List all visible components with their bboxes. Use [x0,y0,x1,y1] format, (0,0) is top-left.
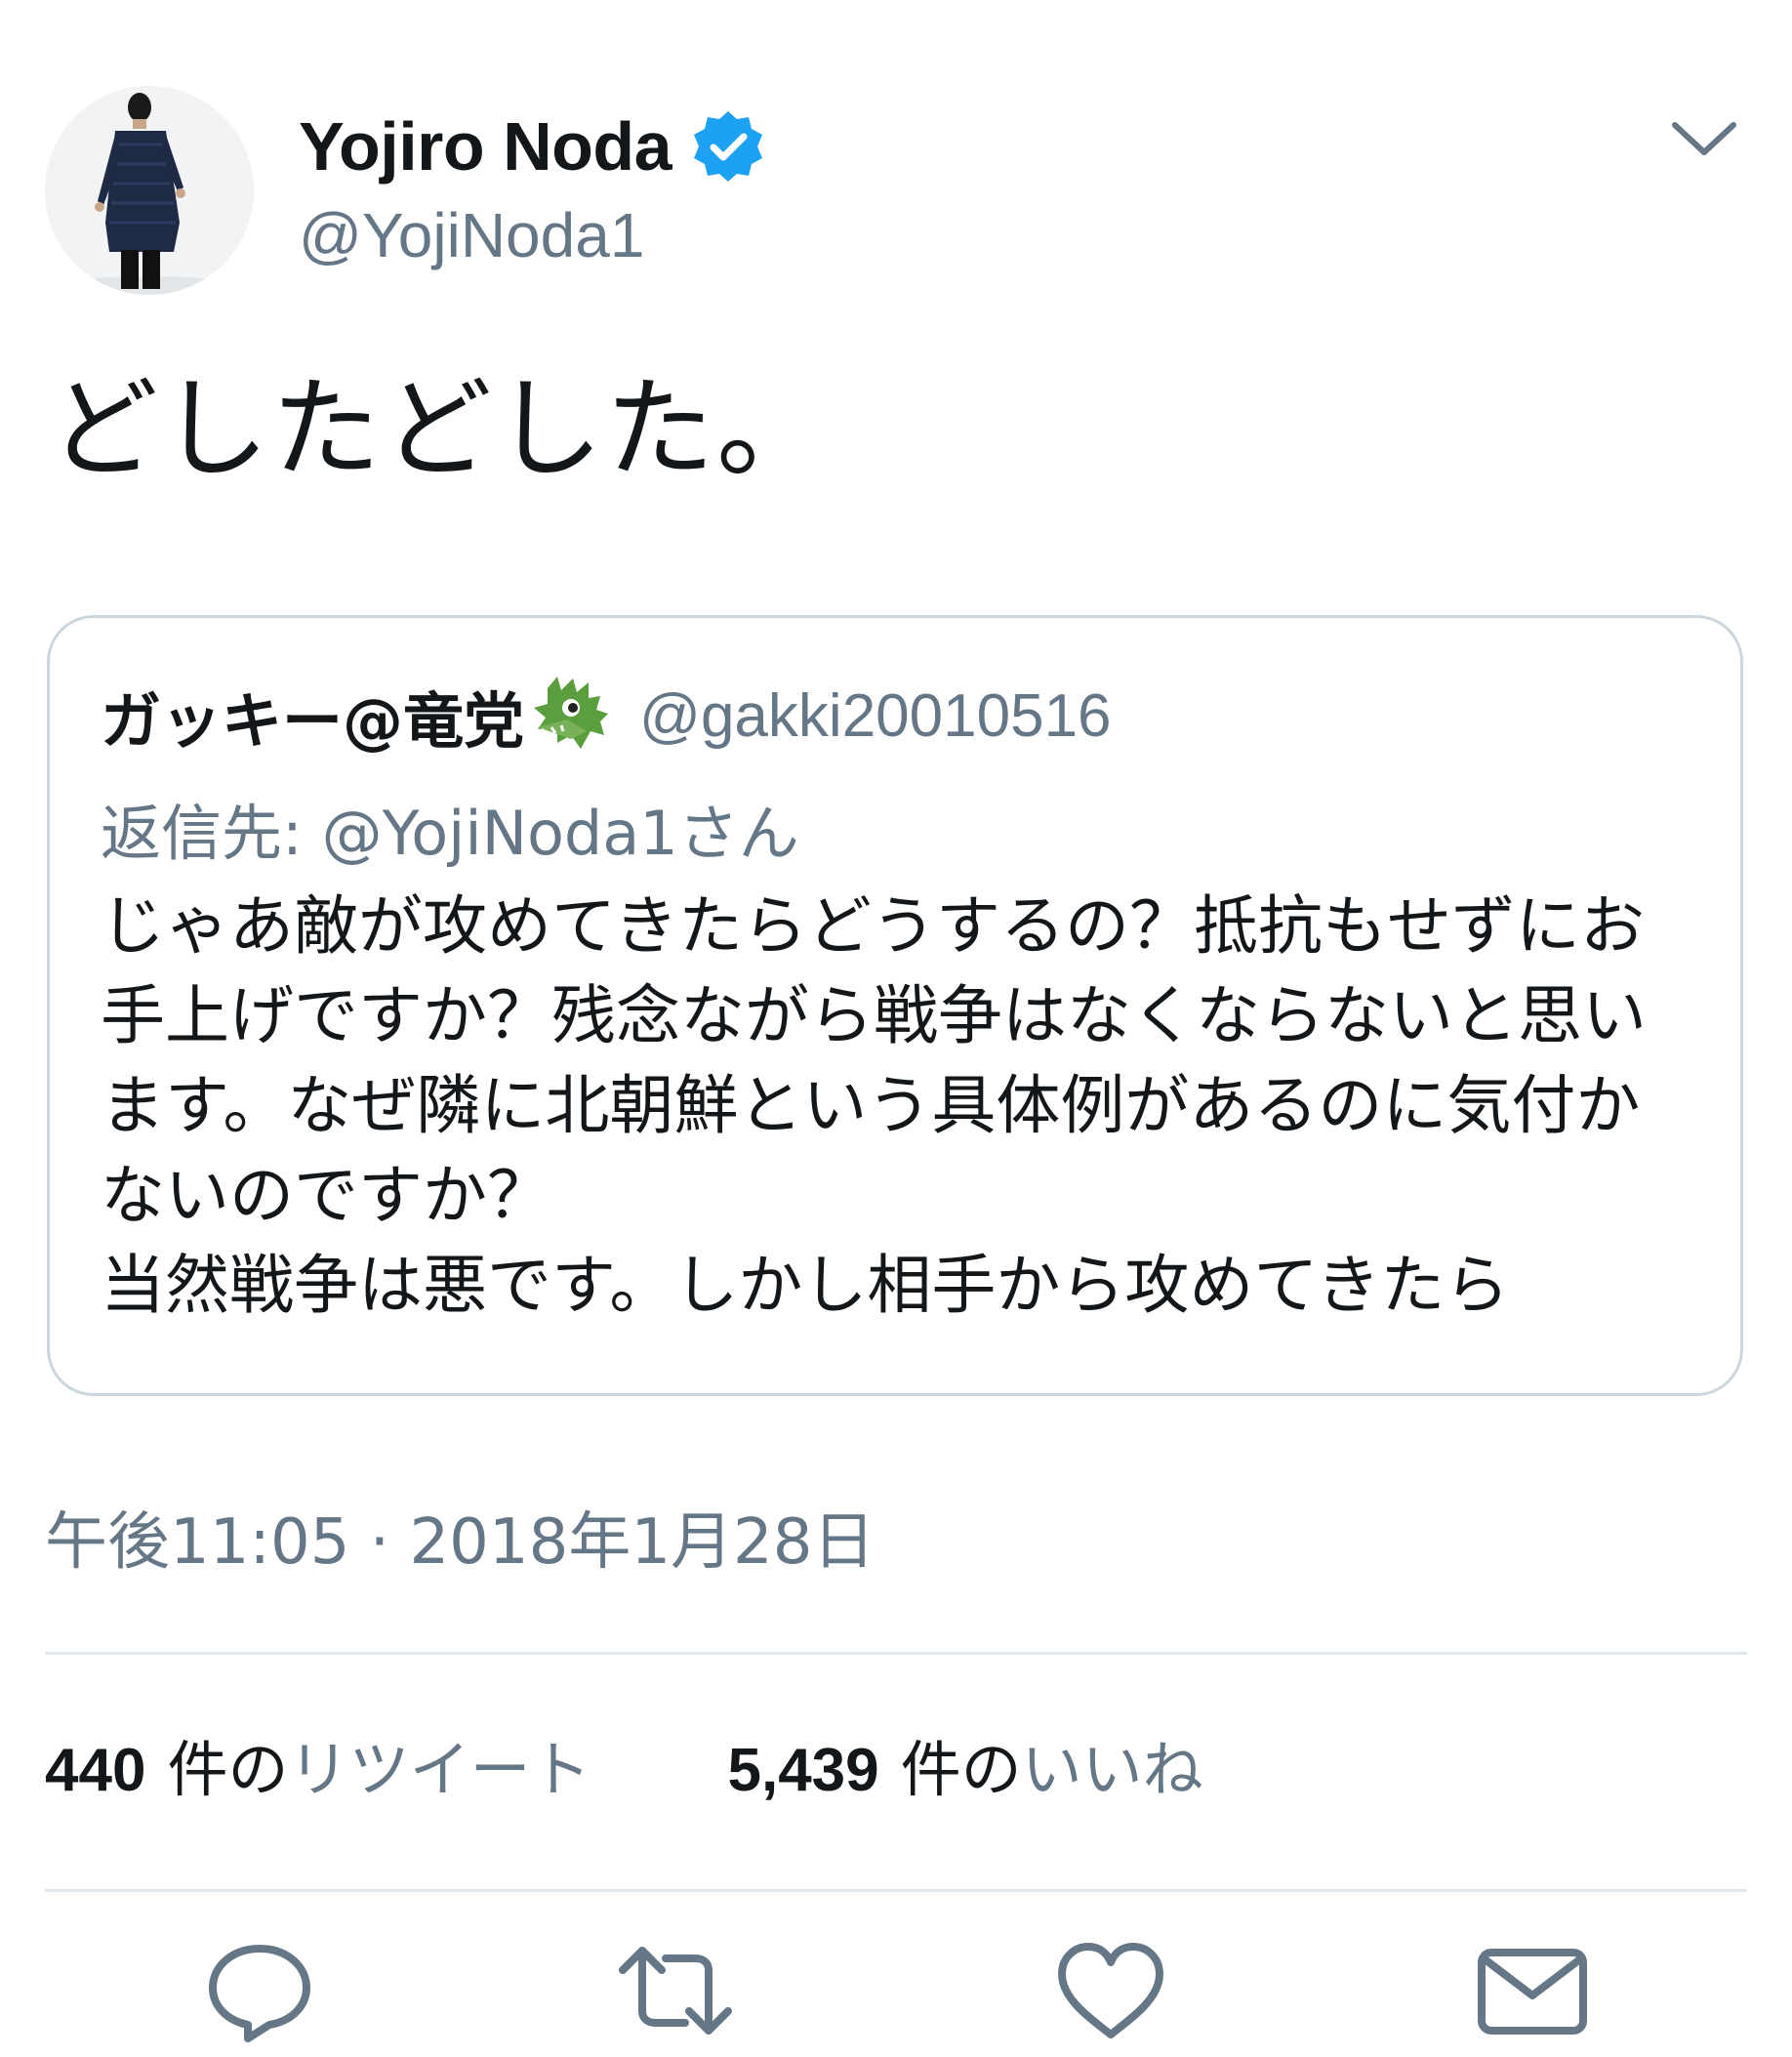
likes-count: 5,439 [727,1737,879,1804]
divider [45,1889,1747,1892]
tweet-stats: 440 件の リツイート 5,439 件の いいね [45,1720,1203,1808]
retweets-unit: 件の [167,1734,289,1805]
retweets-count: 440 [45,1737,146,1804]
tweet-timestamp[interactable]: 午後11:05 · 2018年1月28日 [45,1492,876,1582]
retweets-stat[interactable]: 440 件の リツイート [45,1720,591,1808]
quoted-tweet-text: じゃあ敵が攻めてきたらどうするの？抵抗もせずにお手上げですか？残念ながら戦争はな… [101,888,1647,1323]
likes-stat[interactable]: 5,439 件の いいね [727,1720,1202,1808]
quoted-author-handle: @gakki20010516 [639,681,1112,750]
author-display-name[interactable]: Yojiro Noda [299,107,672,185]
likes-label: いいね [1021,1734,1203,1805]
likes-unit: 件の [900,1734,1022,1805]
divider [45,1652,1747,1655]
verified-badge-icon [689,107,767,185]
retweets-label: リツイート [288,1734,591,1805]
reply-to-label[interactable]: 返信先: @YojiNoda1さん [101,784,799,872]
author-handle[interactable]: @YojiNoda1 [299,199,767,271]
chevron-down-icon[interactable] [1669,115,1739,164]
quoted-author-name: ガッキー@竜党 [101,685,525,757]
share-icon[interactable] [1474,1937,1591,2044]
dragon-face-icon [528,671,618,761]
quoted-tweet[interactable]: ガッキー@竜党 @gakki20010516 返信先: @YojiNoda1さん… [47,615,1743,1396]
quoted-tweet-header: ガッキー@竜党 @gakki20010516 [101,671,1112,761]
reply-icon[interactable] [201,1937,318,2044]
like-icon[interactable] [1052,1937,1169,2044]
tweet-text: どしたどした。 [49,366,828,493]
retweet-icon[interactable] [617,1937,734,2044]
author-avatar[interactable] [45,86,254,295]
tweet-author[interactable]: Yojiro Noda @YojiNoda1 [299,98,767,271]
